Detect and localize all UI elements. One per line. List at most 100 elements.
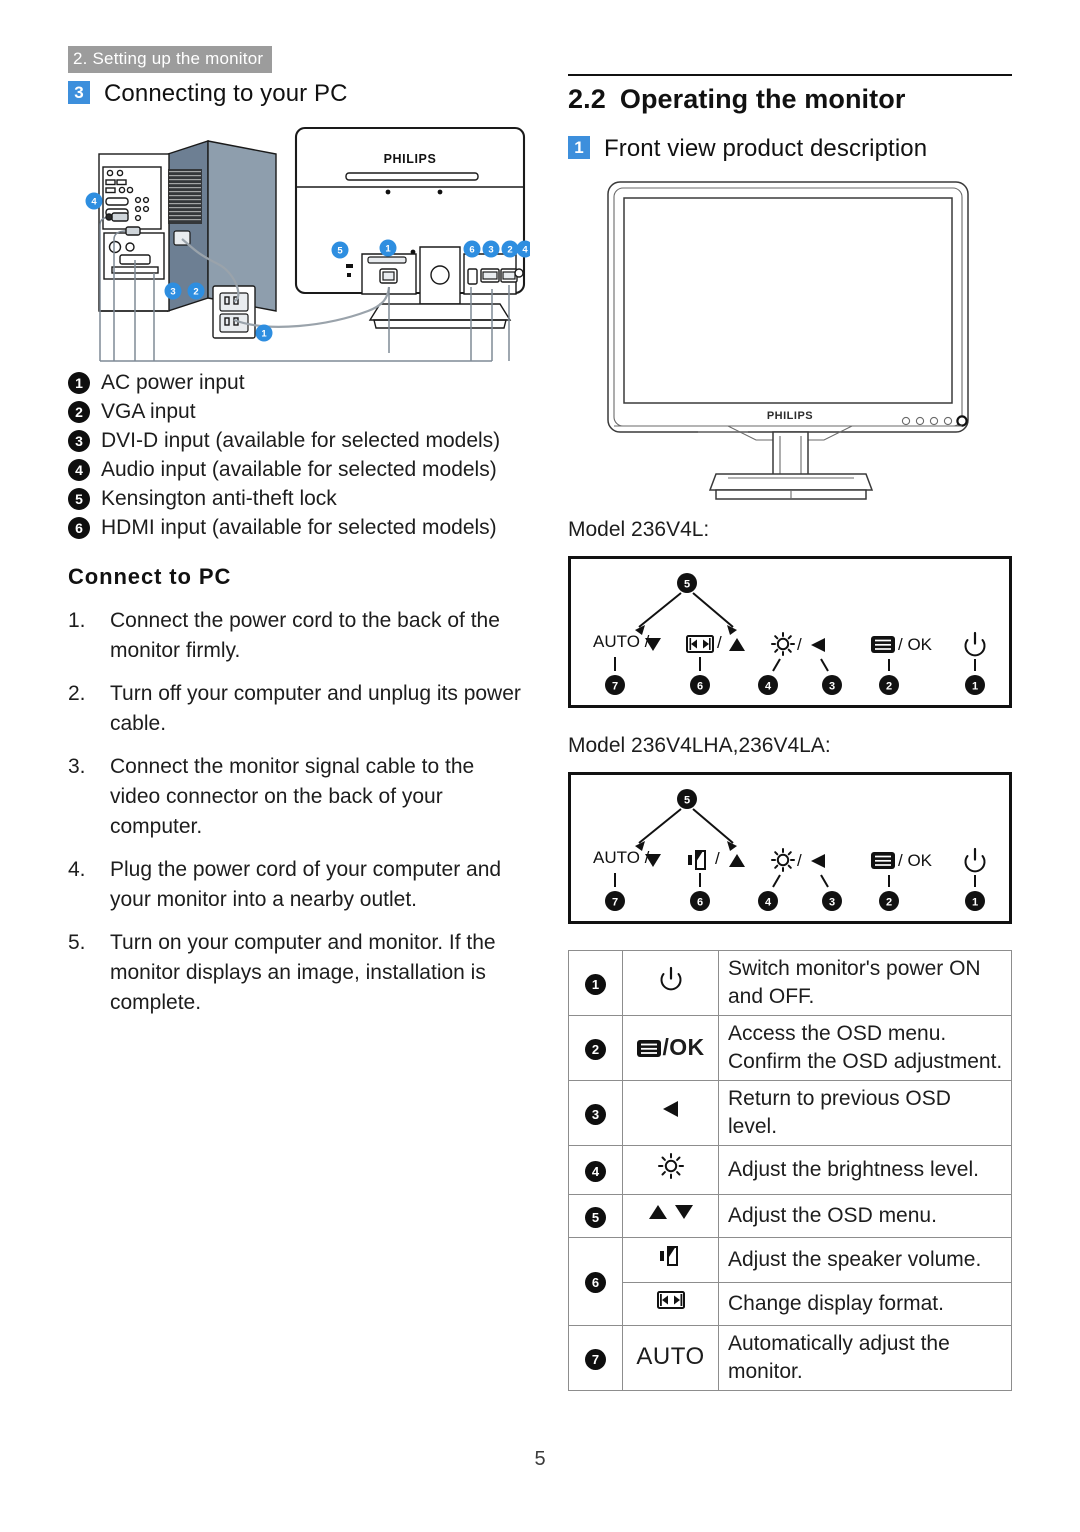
svg-text:/: / [797, 851, 802, 870]
left-triangle-icon [662, 1100, 678, 1117]
brightness-icon [771, 847, 795, 872]
svg-text:/: / [717, 633, 722, 652]
up-down-triangle-icon [648, 1204, 693, 1219]
svg-text:2: 2 [193, 286, 198, 297]
table-row: 2 /OK Access the OSD menu. Confirm the O… [568, 1014, 1012, 1081]
row-number-cell: 6 [568, 1236, 623, 1326]
left-triangle-icon [811, 637, 825, 652]
model-label-236v4lha: Model 236V4LHA,236V4LA: [568, 733, 831, 757]
table-row: 5 Adjust the OSD menu. [568, 1193, 1012, 1238]
table-row: Change display format. [569, 1281, 1012, 1326]
svg-text:2: 2 [886, 896, 892, 908]
section-rule [568, 74, 1012, 76]
section-badge: 3 [68, 81, 90, 104]
list-item-label: HDMI input (available for selected model… [101, 515, 497, 539]
subsection-badge: 1 [568, 136, 590, 159]
svg-text:4: 4 [91, 196, 97, 207]
step-number: 4. [68, 857, 86, 881]
display-format-icon [686, 634, 714, 653]
svg-text:AUTO /: AUTO / [593, 848, 650, 867]
button-menu-ok: / OK 2 [871, 851, 933, 911]
callout-1-power-outlet: 1 [255, 324, 273, 342]
callout-5-kensington: 5 [331, 241, 349, 259]
row-description: Return to previous OSD level. [718, 1079, 1012, 1146]
list-marker: 5 [68, 487, 90, 510]
list-marker: 4 [68, 458, 90, 481]
svg-text:4: 4 [522, 244, 528, 255]
svg-text:6: 6 [697, 896, 703, 908]
callout-2-vga-monitor: 2 [501, 240, 519, 258]
brightness-icon [771, 631, 795, 656]
display-format-icon [656, 1290, 685, 1309]
svg-text:4: 4 [765, 680, 772, 692]
svg-text:3: 3 [488, 244, 493, 255]
list-item: 1. Connect the power cord to the back of… [68, 606, 530, 666]
brightness-icon [657, 1152, 684, 1179]
power-icon [964, 847, 986, 873]
svg-text:5: 5 [337, 245, 343, 256]
svg-text:/: / [797, 635, 802, 654]
row-marker: 3 [585, 1103, 606, 1125]
step-number: 1. [68, 608, 86, 632]
row-number-cell: 1 [568, 949, 623, 1016]
monitor-rear-illustration: PHILIPS [294, 126, 526, 329]
speaker-icon [659, 1245, 678, 1266]
callout-5-group: 5 [635, 788, 737, 851]
list-marker: 2 [68, 400, 90, 423]
list-marker: 1 [68, 371, 90, 394]
subsection-heading-front-view: 1 Front view product description [568, 135, 1016, 164]
svg-text:2: 2 [507, 244, 512, 255]
monitor-front-view: .mln{fill:#ffffff;stroke:#3a3a3a;stroke-… [568, 174, 1016, 504]
callout-4-audio-monitor: 4 [516, 240, 530, 258]
list-item: 4 Audio input (available for selected mo… [68, 456, 530, 484]
power-icon [660, 966, 681, 991]
list-item-label: AC power input [101, 370, 245, 394]
svg-text:/ OK: / OK [898, 851, 933, 870]
connect-to-pc-heading: Connect to PC [68, 563, 232, 589]
list-item: 6 HDMI input (available for selected mod… [68, 514, 530, 542]
list-item: 5 Kensington anti-theft lock [68, 485, 530, 513]
button-format-up: / 6 [686, 633, 745, 695]
row-marker: 6 [585, 1272, 606, 1294]
list-item-label: VGA input [101, 399, 196, 423]
table-row: 7 AUTO Automatically adjust the monitor. [568, 1324, 1012, 1391]
row-icon-cell [622, 1144, 719, 1195]
svg-text:2: 2 [886, 680, 892, 692]
table-row: 4 Adjust the brightness level. [568, 1144, 1012, 1195]
row-marker: 1 [585, 973, 606, 995]
svg-text:5: 5 [684, 578, 690, 590]
list-item: 4. Plug the power cord of your computer … [68, 855, 530, 915]
list-marker: 6 [68, 516, 90, 539]
svg-text:6: 6 [469, 244, 474, 255]
left-column: 3 Connecting to your PC .ln{fill:none;str… [68, 80, 530, 1031]
left-triangle-icon [811, 853, 825, 868]
list-item: 1 AC power input [68, 369, 530, 397]
button-power: 1 [964, 631, 986, 695]
step-text: Connect the monitor signal cable to the … [110, 754, 475, 838]
row-number-cell: 3 [568, 1079, 623, 1146]
svg-text:5: 5 [684, 794, 690, 806]
svg-text:PHILIPS: PHILIPS [384, 152, 437, 166]
section-heading-connecting: 3 Connecting to your PC [68, 80, 530, 109]
control-panel-236v4lha: .bk2{fill:#111} .bs2{fill:none;stroke:#1… [568, 771, 1012, 924]
page-number: 5 [534, 1448, 546, 1470]
page-title: 2.2 Operating the monitor [568, 84, 1016, 115]
button-brightness-left: / 4 3 [758, 631, 842, 695]
svg-text:3: 3 [829, 896, 835, 908]
row-marker: 4 [585, 1160, 606, 1182]
list-item: 3 DVI-D input (available for selected mo… [68, 427, 530, 455]
callout-4-audio: 4 [85, 192, 103, 210]
list-item: 2. Turn off your computer and unplug its… [68, 679, 530, 739]
right-column: 2.2 Operating the monitor 1 Front view pro… [568, 74, 1016, 1391]
subsection-title: Front view product description [604, 135, 928, 162]
step-number: 3. [68, 754, 86, 778]
callout-5-group: 5 [635, 572, 737, 635]
callout-2-vga: 2 [187, 282, 205, 300]
table-row: 6 Adjust the speaker volume. [568, 1236, 1012, 1326]
table-row: 3 Return to previous OSD level. [568, 1079, 1012, 1146]
osd-menu-icon [871, 635, 895, 653]
row-number-cell: 5 [568, 1193, 623, 1238]
control-panel-236v4l: .bk{fill:#111} .bs{fill:none;stroke:#111… [568, 555, 1012, 708]
row-marker: 2 [585, 1038, 606, 1060]
power-icon [964, 631, 986, 657]
